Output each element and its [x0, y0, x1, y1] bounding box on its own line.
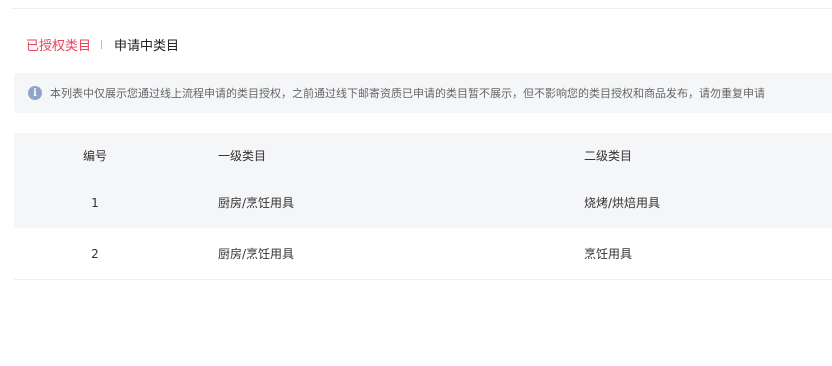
tab-divider: [101, 39, 103, 49]
top-divider: [12, 8, 832, 9]
row-level1: 厨房/烹饪用具: [218, 247, 295, 261]
row-level1: 厨房/烹饪用具: [218, 196, 295, 210]
header-no: 编号: [82, 148, 107, 163]
row-no-cell: 2: [14, 247, 200, 261]
header-level2: 二级类目: [584, 148, 633, 163]
notice-banner: i 本列表中仅展示您通过线上流程申请的类目授权，之前通过线下邮寄资质已申请的类目…: [14, 73, 832, 113]
table-row[interactable]: 1 厨房/烹饪用具 烧烤/烘焙用具: [14, 177, 832, 228]
row-no: 2: [91, 246, 99, 261]
tab-authorized-categories[interactable]: 已授权类目: [26, 35, 91, 54]
table-header: 编号 一级类目 二级类目: [14, 133, 832, 177]
row-no-cell: 1: [14, 196, 200, 210]
info-icon: i: [28, 86, 42, 100]
notice-text: 本列表中仅展示您通过线上流程申请的类目授权，之前通过线下邮寄资质已申请的类目暂不…: [50, 87, 765, 100]
category-table: 编号 一级类目 二级类目 1 厨房/烹饪用具 烧烤/烘焙用具 2 厨房/烹饪用具…: [14, 133, 832, 280]
table-row[interactable]: 2 厨房/烹饪用具 烹饪用具: [14, 228, 832, 280]
category-tabs: 已授权类目 申请中类目: [26, 34, 179, 54]
row-level2: 烧烤/烘焙用具: [584, 196, 661, 210]
header-level1: 一级类目: [218, 148, 267, 163]
tab-pending-categories[interactable]: 申请中类目: [114, 35, 179, 54]
row-no: 1: [91, 195, 99, 210]
row-level2: 烹饪用具: [584, 247, 633, 261]
header-no-cell: 编号: [14, 147, 200, 164]
